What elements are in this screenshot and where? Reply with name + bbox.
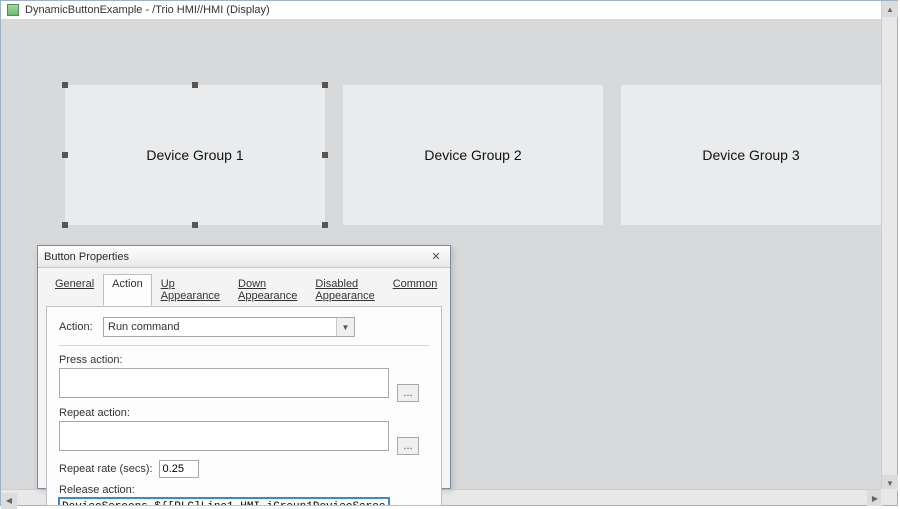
action-label: Action: [59,321,103,333]
repeat-rate-input[interactable] [159,460,199,478]
selection-handle[interactable] [192,82,198,88]
repeat-action-browse[interactable]: ... [397,437,419,455]
selection-handle[interactable] [322,82,328,88]
action-combo-value: Run command [108,321,180,333]
press-action-browse[interactable]: ... [397,384,419,402]
button-properties-dialog: Button Properties ✕ General Action Up Ap… [37,245,451,489]
vertical-scrollbar[interactable]: ▲ ▼ [881,1,897,491]
close-icon[interactable]: ✕ [426,248,446,264]
selection-handle[interactable] [322,152,328,158]
selection-handle[interactable] [62,222,68,228]
release-action-input[interactable] [59,498,389,506]
device-group-label: Device Group 3 [702,147,799,163]
selection-handle[interactable] [62,152,68,158]
tab-down-appearance[interactable]: Down Appearance [229,274,306,306]
dialog-title: Button Properties [44,251,129,263]
separator [59,345,429,346]
repeat-action-label: Repeat action: [59,407,429,419]
tab-common[interactable]: Common [384,274,447,306]
scrollbar-corner [881,489,897,505]
designer-window: DynamicButtonExample - /Trio HMI//HMI (D… [0,0,898,506]
app-icon [7,4,19,16]
device-group-label: Device Group 2 [424,147,521,163]
device-group-label: Device Group 1 [146,147,243,163]
selection-handle[interactable] [62,82,68,88]
chevron-down-icon[interactable]: ▼ [336,318,354,336]
device-group-button-1[interactable]: Device Group 1 [65,85,325,225]
window-title: DynamicButtonExample - /Trio HMI//HMI (D… [25,4,270,16]
dialog-titlebar[interactable]: Button Properties ✕ [38,246,450,268]
scroll-up-icon[interactable]: ▲ [882,1,898,17]
dialog-tabs: General Action Up Appearance Down Appear… [38,268,450,306]
device-group-button-2[interactable]: Device Group 2 [343,85,603,225]
tab-body-action: Action: Run command ▼ Press action: ... … [46,306,442,506]
action-combo[interactable]: Run command ▼ [103,317,355,337]
repeat-action-input[interactable] [59,421,389,451]
tab-general[interactable]: General [46,274,103,306]
tab-action[interactable]: Action [103,274,152,306]
release-action-label: Release action: [59,484,429,496]
repeat-rate-label: Repeat rate (secs): [59,463,153,475]
press-action-label: Press action: [59,354,429,366]
scroll-left-icon[interactable]: ◀ [1,493,17,509]
window-titlebar: DynamicButtonExample - /Trio HMI//HMI (D… [1,1,883,19]
selection-handle[interactable] [192,222,198,228]
tab-disabled-appearance[interactable]: Disabled Appearance [306,274,383,306]
press-action-input[interactable] [59,368,389,398]
device-group-button-3[interactable]: Device Group 3 [621,85,881,225]
selection-handle[interactable] [322,222,328,228]
tab-up-appearance[interactable]: Up Appearance [152,274,229,306]
